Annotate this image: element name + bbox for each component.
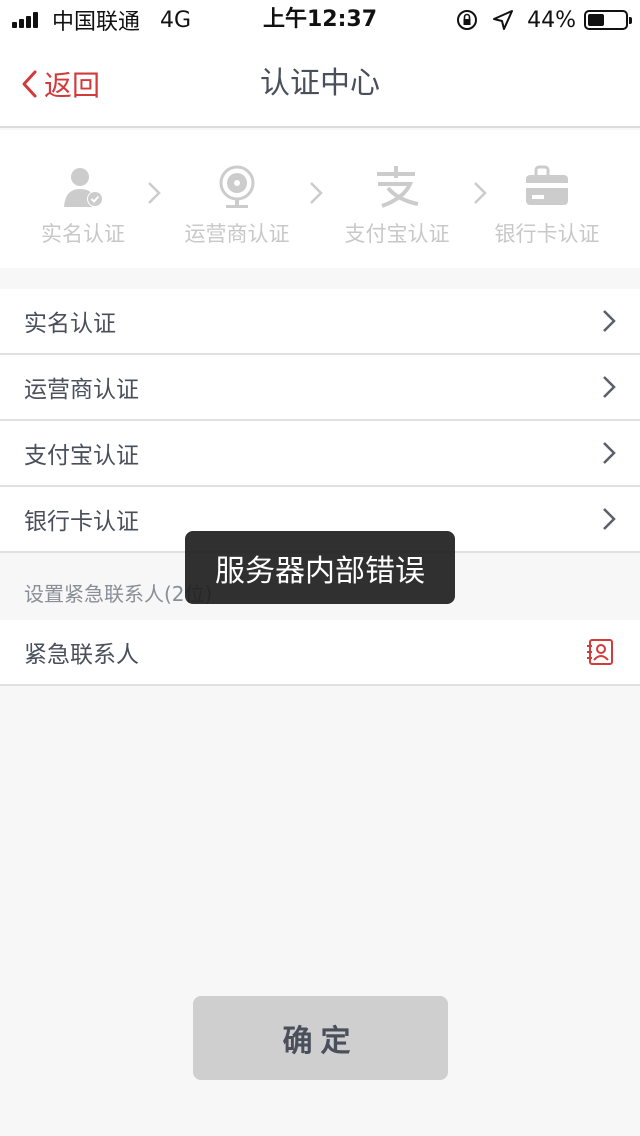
chevron-right-icon: [148, 182, 161, 204]
step-label: 运营商认证: [184, 222, 290, 246]
status-bar: 中国联通 4G 上午12:37 44%: [0, 0, 640, 40]
list-item-label: 银行卡认证: [24, 509, 139, 535]
step-alipay: 支付宝认证: [327, 162, 467, 248]
bank-card-icon: [526, 165, 568, 205]
list-item-alipay[interactable]: 支付宝认证: [0, 421, 640, 487]
chevron-right-icon: [603, 310, 616, 332]
chevron-right-icon: [310, 182, 323, 204]
alipay-icon: [377, 166, 419, 208]
operator-icon: [219, 165, 255, 208]
nav-bar: 返回 认证中心: [0, 40, 640, 128]
rotation-lock-icon: [457, 10, 478, 30]
chevron-right-icon: [603, 376, 616, 398]
emergency-contact-label: 紧急联系人: [24, 642, 139, 668]
list-item-operator[interactable]: 运营商认证: [0, 355, 640, 421]
location-icon: [493, 10, 514, 30]
chevron-right-icon: [603, 442, 616, 464]
contacts-icon[interactable]: [586, 638, 614, 666]
list-item-real-name[interactable]: 实名认证: [0, 289, 640, 355]
page-title: 认证中心: [260, 66, 380, 101]
verification-steps: 实名认证 运营商认证 支付宝认证 银行卡认证: [0, 130, 640, 268]
battery-icon: [584, 10, 632, 30]
list-item-label: 实名认证: [24, 311, 116, 337]
list-item-label: 运营商认证: [24, 377, 139, 403]
emergency-contact-row[interactable]: 紧急联系人: [0, 620, 640, 686]
step-real-name: 实名认证: [13, 162, 153, 248]
verification-list: 实名认证 运营商认证 支付宝认证 银行卡认证: [0, 289, 640, 553]
chevron-right-icon: [603, 508, 616, 530]
step-bank-card: 银行卡认证: [477, 162, 617, 248]
list-item-label: 支付宝认证: [24, 443, 139, 469]
battery-percent: 44%: [527, 7, 576, 33]
step-operator: 运营商认证: [167, 162, 307, 248]
status-right: 44%: [455, 0, 632, 40]
step-label: 实名认证: [41, 222, 125, 246]
user-verified-icon: [64, 168, 103, 207]
step-label: 支付宝认证: [344, 222, 450, 246]
step-label: 银行卡认证: [494, 222, 600, 246]
confirm-button[interactable]: 确定: [193, 996, 448, 1080]
error-toast: 服务器内部错误: [185, 531, 455, 604]
